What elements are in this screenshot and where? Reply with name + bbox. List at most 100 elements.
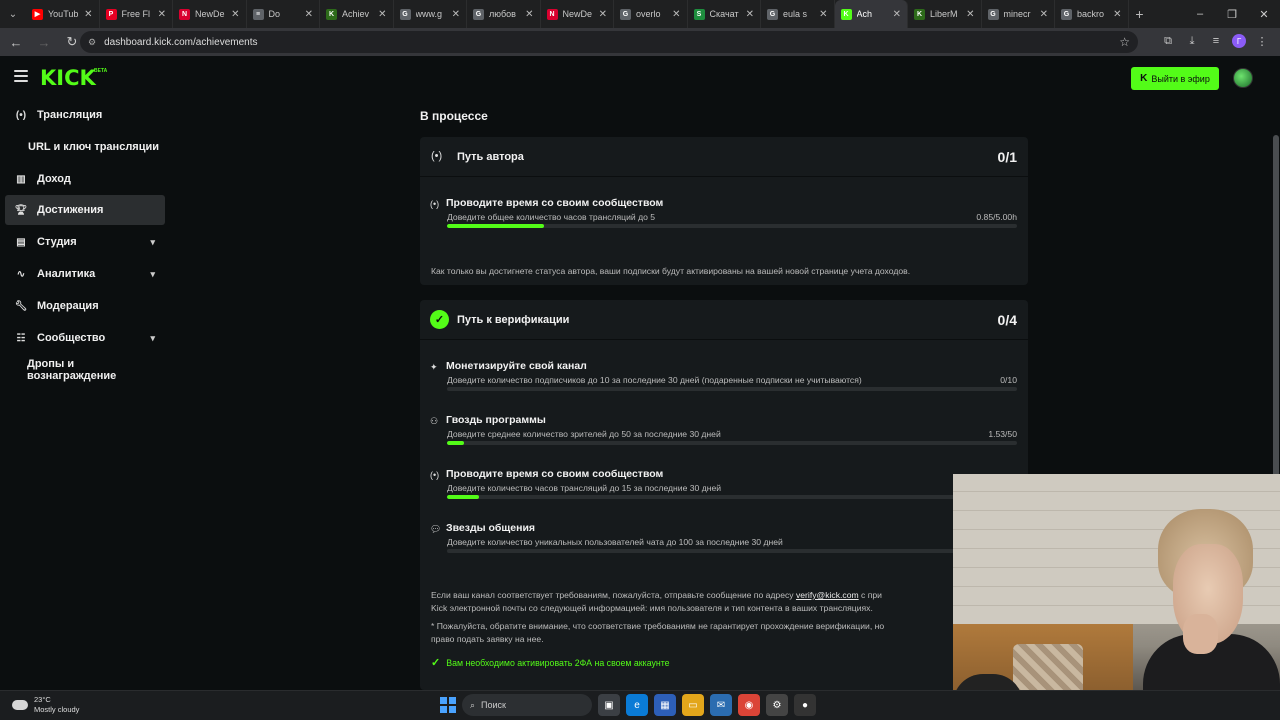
browser-tab[interactable]: N NewDe ✕ bbox=[173, 0, 247, 28]
taskbar-search[interactable]: ⌕ Поиск bbox=[462, 694, 592, 716]
sidebar-item-drops[interactable]: Дропы и вознаграждение bbox=[5, 355, 165, 385]
store-icon[interactable]: ▦ bbox=[654, 694, 676, 716]
tab-title: backro bbox=[1077, 9, 1105, 19]
browser-tab[interactable]: S Скачат ✕ bbox=[688, 0, 761, 28]
studio-icon: ▤ bbox=[16, 236, 26, 248]
twofa-text: Вам необходимо активировать 2ФА на своем… bbox=[446, 657, 670, 668]
tab-close-icon[interactable]: ✕ bbox=[1040, 9, 1048, 20]
tab-favicon-icon: N bbox=[546, 8, 558, 20]
tab-favicon-icon: G bbox=[987, 8, 999, 20]
bookmark-star-icon[interactable]: ☆ bbox=[1119, 35, 1130, 49]
tab-title: www.g bbox=[415, 9, 443, 19]
user-avatar[interactable] bbox=[1233, 68, 1253, 88]
tab-close-icon[interactable]: ✕ bbox=[672, 9, 680, 20]
chrome-icon[interactable]: ◉ bbox=[738, 694, 760, 716]
minimize-icon[interactable]: – bbox=[1184, 0, 1216, 28]
browser-tab[interactable]: Gbackro ✕ bbox=[1055, 0, 1129, 28]
tab-title: Do bbox=[268, 9, 281, 19]
card-header[interactable]: ✓ Путь к верификации 0/4 bbox=[420, 300, 1028, 340]
task-title: Монетизируйте свой канал bbox=[446, 360, 587, 372]
forward-icon[interactable]: → bbox=[32, 30, 56, 54]
sidebar-item-label: Сообщество bbox=[37, 332, 106, 344]
folder-icon[interactable]: ▭ bbox=[682, 694, 704, 716]
sidebar-item-stream-key[interactable]: URL и ключ трансляции bbox=[5, 132, 165, 162]
tab-close-icon[interactable]: ✕ bbox=[452, 9, 460, 20]
tab-close-icon[interactable]: ✕ bbox=[525, 9, 533, 20]
sidebar-item-achievements[interactable]: 🏆︎ Достижения bbox=[5, 195, 165, 225]
obs-icon[interactable]: ● bbox=[794, 694, 816, 716]
windows-start-icon[interactable] bbox=[440, 697, 456, 713]
broadcast-icon: (•) bbox=[431, 150, 443, 162]
search-icon: ⌕ bbox=[470, 699, 476, 710]
tab-close-icon[interactable]: ✕ bbox=[84, 9, 92, 20]
browser-tab[interactable]: K Ach ✕ bbox=[834, 0, 908, 28]
sidebar-item-analytics[interactable]: ∿ Аналитика ▾ bbox=[5, 259, 165, 289]
tab-close-icon[interactable]: ✕ bbox=[1113, 9, 1121, 20]
sidebar-item-income[interactable]: ▥ Доход bbox=[5, 164, 165, 194]
browser-tab[interactable]: Geula s ✕ bbox=[761, 0, 835, 28]
tab-close-icon[interactable]: ✕ bbox=[966, 9, 974, 20]
browser-tab[interactable]: K Achiev ✕ bbox=[320, 0, 394, 28]
chevron-down-icon[interactable]: ▾ bbox=[150, 269, 155, 280]
progress-track bbox=[447, 224, 1017, 228]
sidebar-item-community[interactable]: ☷ Сообщество ▾ bbox=[5, 323, 165, 353]
note-text: право подать заявку на нее. bbox=[431, 634, 544, 644]
task-view-icon[interactable]: ▣ bbox=[598, 694, 620, 716]
browser-tab[interactable]: Gminecr ✕ bbox=[982, 0, 1055, 28]
browser-tab[interactable]: P Free Fl ✕ bbox=[100, 0, 173, 28]
sidebar: (•) Трансляция URL и ключ трансляции ▥ Д… bbox=[0, 100, 175, 690]
browser-tab[interactable]: Gлюбов ✕ bbox=[467, 0, 541, 28]
new-tab-button[interactable]: + bbox=[1129, 6, 1151, 22]
download-icon[interactable]: ⤓ bbox=[1184, 32, 1200, 50]
go-live-button[interactable]: K Выйти в эфир bbox=[1131, 67, 1219, 90]
extensions-icon[interactable]: ⧉ bbox=[1160, 32, 1176, 50]
verify-email-link[interactable]: verify@kick.com bbox=[796, 590, 859, 600]
back-icon[interactable]: ← bbox=[4, 30, 28, 54]
task-value: 0/10 bbox=[1000, 375, 1017, 385]
site-info-icon[interactable]: ⚙ bbox=[88, 37, 96, 48]
tab-close-icon[interactable]: ✕ bbox=[893, 9, 901, 20]
chevron-down-icon[interactable]: ▾ bbox=[150, 333, 155, 344]
community-icon: ☷ bbox=[16, 332, 26, 344]
weather-widget[interactable]: 23°C Mostly cloudy bbox=[12, 695, 79, 715]
tab-close-icon[interactable]: ✕ bbox=[599, 9, 607, 20]
tab-close-icon[interactable]: ✕ bbox=[158, 9, 166, 20]
browser-tab[interactable]: N NewDe ✕ bbox=[541, 0, 614, 28]
media-icon[interactable]: ≡ bbox=[1208, 32, 1224, 50]
tab-close-icon[interactable]: ✕ bbox=[305, 9, 313, 20]
app-icon[interactable]: ⚙ bbox=[766, 694, 788, 716]
browser-tab[interactable]: ≡ Do ✕ bbox=[247, 0, 320, 28]
tab-close-icon[interactable]: ✕ bbox=[378, 9, 386, 20]
sidebar-item-broadcast[interactable]: (•) Трансляция bbox=[5, 100, 165, 130]
app-icon[interactable]: ✉ bbox=[710, 694, 732, 716]
browser-tab[interactable]: Goverlo ✕ bbox=[614, 0, 688, 28]
tab-title: NewDe bbox=[562, 9, 593, 19]
profile-avatar[interactable]: Г bbox=[1232, 34, 1246, 48]
note-text: * Пожалуйста, обратите внимание, что соо… bbox=[431, 621, 885, 631]
browser-menu-icon[interactable]: ⋮ bbox=[1254, 32, 1270, 50]
tab-close-icon[interactable]: ✕ bbox=[746, 9, 754, 20]
close-window-icon[interactable]: ✕ bbox=[1248, 0, 1280, 28]
kick-header: KICK BETA K Выйти в эфир bbox=[0, 56, 1280, 100]
sidebar-item-studio[interactable]: ▤ Студия ▾ bbox=[5, 227, 165, 257]
browser-tab[interactable]: Gwww.g ✕ bbox=[394, 0, 467, 28]
note-text: Если ваш канал соответствует требованиям… bbox=[431, 590, 794, 600]
trophy-icon: 🏆︎ bbox=[14, 204, 28, 216]
kick-logo[interactable]: KICK bbox=[40, 66, 96, 90]
maximize-icon[interactable]: ❐ bbox=[1216, 0, 1248, 28]
tab-title: minecr bbox=[1003, 9, 1031, 19]
address-bar[interactable]: ⚙ dashboard.kick.com/achievements ☆ bbox=[80, 31, 1138, 53]
tab-search-icon[interactable]: ⌄ bbox=[0, 0, 26, 28]
tab-close-icon[interactable]: ✕ bbox=[231, 9, 239, 20]
sidebar-item-moderation[interactable]: 🔧︎ Модерация bbox=[5, 291, 165, 321]
browser-tab[interactable]: ▶ YouTub ✕ bbox=[26, 0, 100, 28]
chevron-down-icon[interactable]: ▾ bbox=[150, 237, 155, 248]
tab-close-icon[interactable]: ✕ bbox=[819, 9, 827, 20]
hamburger-menu-icon[interactable] bbox=[14, 70, 28, 84]
card-header[interactable]: (•) Путь автора 0/1 bbox=[420, 137, 1028, 177]
browser-tab[interactable]: K LiberM ✕ bbox=[908, 0, 982, 28]
tab-favicon-icon: G bbox=[767, 8, 778, 20]
edge-icon[interactable]: e bbox=[626, 694, 648, 716]
card-count: 0/1 bbox=[997, 149, 1017, 165]
task-description: Доведите количество подписчиков до 10 за… bbox=[447, 375, 862, 385]
